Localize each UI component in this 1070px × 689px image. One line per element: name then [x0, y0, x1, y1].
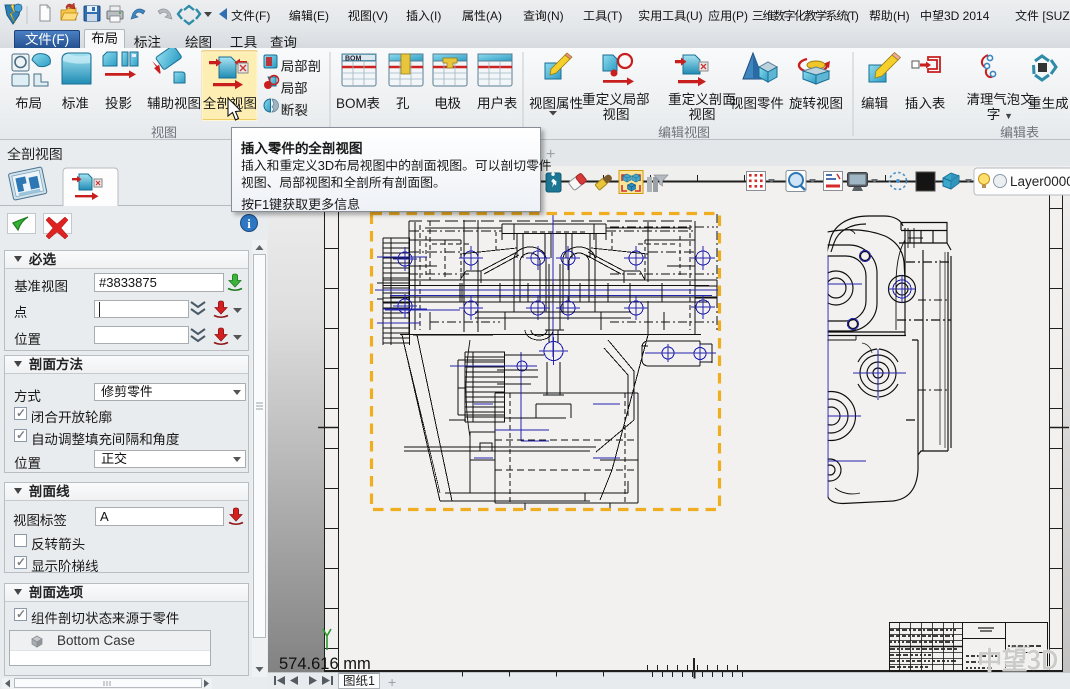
svg-text:中望3D: 中望3D	[977, 641, 1058, 672]
svg-text:574.616 mm: 574.616 mm	[279, 655, 371, 672]
svg-text:Layer0000: Layer0000	[1010, 174, 1070, 189]
svg-text:BOM: BOM	[345, 56, 362, 63]
svg-text:i: i	[247, 216, 251, 231]
